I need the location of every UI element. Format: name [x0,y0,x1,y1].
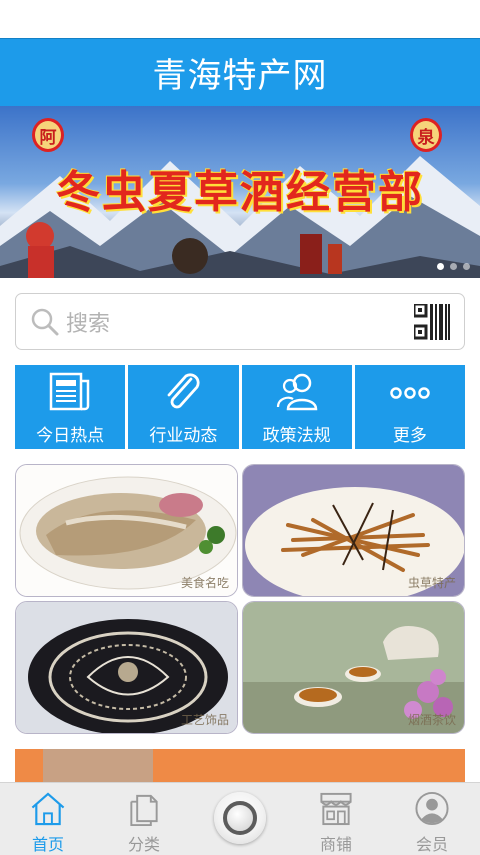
tile-crafts[interactable]: 工艺饰品 [15,601,238,734]
newspaper-icon [49,372,90,411]
tab-home[interactable]: 首页 [0,783,96,855]
menu-label-policy: 政策法规 [262,426,331,446]
tile-caption-tea: 烟酒茶饮 [407,713,456,727]
search-input[interactable]: 搜索 [66,306,110,338]
tab-label-member: 会员 [415,835,448,854]
banner-seal-left: 阿 [32,118,64,152]
menu-label-industry-news: 行业动态 [149,426,218,446]
users-icon [276,373,317,411]
menu-item-industry-news[interactable]: 行业动态 [128,365,239,449]
menu-label-hot-today: 今日热点 [36,426,105,446]
menu-label-more: 更多 [392,426,427,446]
menu-item-hot-today[interactable]: 今日热点 [15,365,126,449]
paperclip-icon [167,373,200,409]
tile-cordyceps[interactable]: 虫草特产 [242,464,465,597]
tile-tea[interactable]: 烟酒茶饮 [242,601,465,734]
carousel-indicators [437,263,470,270]
floating-home-button[interactable] [214,792,266,844]
search-icon [31,308,59,335]
member-icon [415,791,449,826]
tab-category[interactable]: 分类 [96,783,192,855]
tab-label-category: 分类 [127,835,160,854]
app-header: 青海特产网 [0,38,480,106]
category-grid: 美食名吃 虫草特产 工艺饰品 烟酒茶饮 [15,464,465,734]
category-icon [130,794,158,827]
search-bar[interactable]: 搜索 [15,293,465,350]
carousel-dot-1[interactable] [437,263,444,270]
tab-label-store: 商铺 [319,835,352,854]
tab-store[interactable]: 商铺 [288,783,384,855]
carousel-dot-2[interactable] [450,263,457,270]
tile-caption-cordyceps: 虫草特产 [407,576,456,590]
quick-menu: 今日热点 行业动态 政策法规 更多 [15,365,465,449]
tab-label-home: 首页 [31,835,64,854]
page-title: 青海特产网 [152,56,328,96]
carousel-dot-3[interactable] [463,263,470,270]
tab-member[interactable]: 会员 [384,783,480,855]
banner-carousel[interactable]: 阿 泉 冬虫夏草酒经营部 [0,106,480,278]
floating-button-icon [223,801,257,835]
banner-headline: 冬虫夏草酒经营部 [56,167,424,218]
status-bar [0,0,480,38]
store-icon [320,792,352,826]
banner-seal-right: 泉 [410,118,442,152]
menu-item-policy[interactable]: 政策法规 [241,365,352,449]
qr-code-icon[interactable] [414,304,450,340]
tile-food[interactable]: 美食名吃 [15,464,238,597]
tile-caption-food: 美食名吃 [180,576,229,590]
tile-caption-crafts: 工艺饰品 [180,713,229,727]
more-dots-icon [390,387,430,399]
menu-item-more[interactable]: 更多 [354,365,465,449]
home-icon [31,792,65,826]
